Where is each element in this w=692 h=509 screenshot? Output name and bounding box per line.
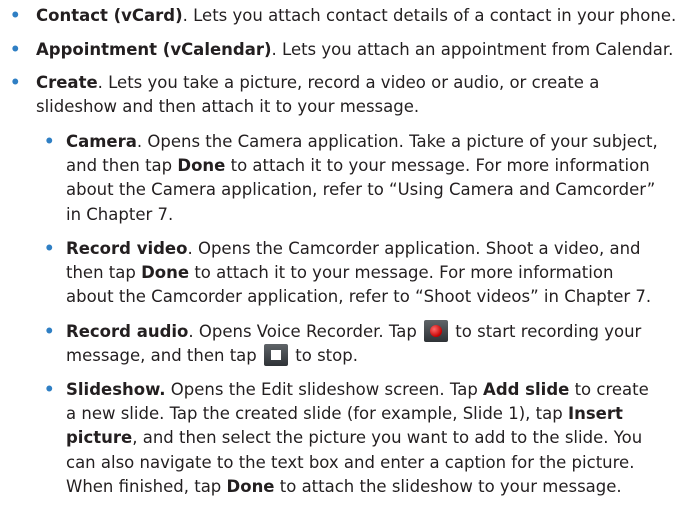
bullet-slideshow: •: [44, 380, 55, 399]
bullet-create: •: [10, 73, 21, 92]
record-video-line2-post: to attach it to your message. For more i…: [189, 263, 614, 283]
term-appointment: Appointment (vCalendar): [36, 40, 272, 59]
term-slideshow: Slideshow.: [66, 380, 166, 399]
slideshow-line5-post: to attach the slideshow to your message.: [274, 476, 622, 496]
bullet-contact: •: [10, 6, 21, 25]
list-item-contact: Contact (vCard). Lets you attach contact…: [36, 4, 676, 28]
record-audio-line1-post: to start recording your: [450, 322, 642, 341]
term-create: Create: [36, 73, 98, 92]
list-item-slideshow: Slideshow. Opens the Edit slideshow scre…: [66, 378, 649, 499]
camera-line1: . Opens the Camera application. Take a p…: [136, 132, 658, 151]
camera-line2-pre: and then tap: [66, 156, 178, 176]
list-item-appointment: Appointment (vCalendar). Lets you attach…: [36, 38, 673, 62]
record-icon: [424, 320, 449, 342]
camera-line2-post: to attach it to your message. For more i…: [225, 156, 650, 176]
term-record-audio: Record audio: [66, 322, 189, 341]
term-camera: Camera: [66, 132, 137, 151]
slideshow-line5-pre: When finished, tap: [66, 476, 227, 496]
list-item-create: Create. Lets you take a picture, record …: [36, 71, 599, 119]
record-video-line1: . Opens the Camcorder application. Shoot…: [187, 239, 641, 258]
desc-create-line1: . Lets you take a picture, record a vide…: [97, 73, 600, 92]
camera-line3: about the Camera application, refer to “…: [66, 180, 656, 200]
bullet-record-audio: •: [44, 322, 55, 341]
slideshow-line2-pre: a new slide. Tap the created slide (for …: [66, 404, 568, 424]
list-item-record-video: Record video. Opens the Camcorder applic…: [66, 237, 651, 310]
document-page: • Contact (vCard). Lets you attach conta…: [0, 0, 692, 509]
term-record-video: Record video: [66, 239, 188, 258]
term-contact: Contact (vCard): [36, 6, 183, 25]
slideshow-picture: picture: [66, 428, 133, 448]
bullet-appointment: •: [10, 40, 21, 59]
camera-line4: in Chapter 7.: [66, 204, 174, 224]
bullet-camera: •: [44, 132, 55, 151]
record-audio-line2-pre: message, and then tap: [66, 346, 263, 366]
slideshow-line4: can also navigate to the text box and en…: [66, 452, 635, 472]
bullet-record-video: •: [44, 239, 55, 258]
desc-contact: . Lets you attach contact details of a c…: [182, 6, 677, 25]
stop-icon: [264, 344, 289, 367]
record-video-done: Done: [141, 263, 190, 283]
record-video-line3: about the Camcorder application, refer t…: [66, 287, 652, 307]
desc-appointment: . Lets you attach an appointment from Ca…: [271, 40, 674, 59]
slideshow-line1-post: to create: [569, 380, 649, 399]
record-audio-line1-pre: . Opens Voice Recorder. Tap: [188, 322, 423, 341]
record-video-line2-pre: then tap: [66, 263, 142, 283]
slideshow-add-slide: Add slide: [483, 380, 570, 399]
list-item-camera: Camera. Opens the Camera application. Ta…: [66, 130, 658, 227]
slideshow-insert: Insert: [567, 404, 623, 424]
slideshow-line3-post: , and then select the picture you want t…: [132, 428, 643, 448]
slideshow-line1-pre: Opens the Edit slideshow screen. Tap: [165, 380, 484, 399]
desc-create-line2: slideshow and then attach it to your mes…: [36, 97, 420, 117]
camera-done: Done: [177, 156, 226, 176]
slideshow-done: Done: [226, 476, 275, 496]
record-audio-line2-post: to stop.: [290, 346, 358, 366]
list-item-record-audio: Record audio. Opens Voice Recorder. Tap …: [66, 320, 641, 368]
